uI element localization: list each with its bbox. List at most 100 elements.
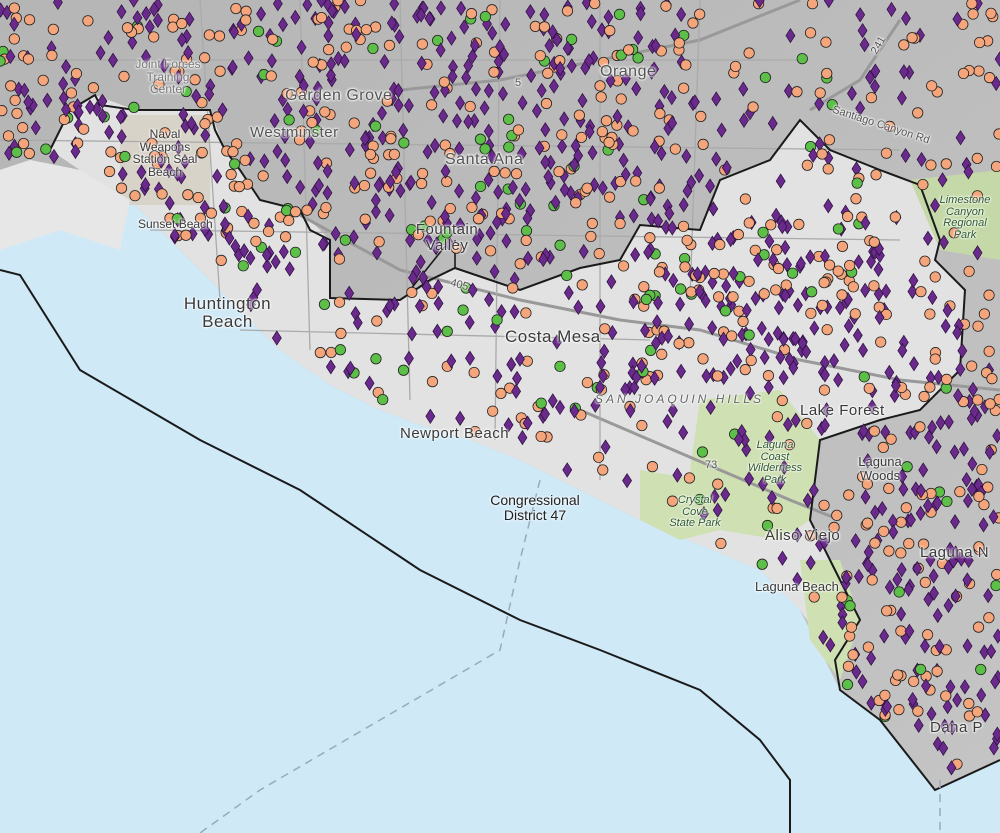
orange-circle-marker[interactable] <box>121 22 134 34</box>
orange-circle-marker[interactable] <box>265 70 277 82</box>
orange-circle-marker[interactable] <box>883 545 895 557</box>
green-circle-marker[interactable] <box>339 234 351 246</box>
orange-circle-marker[interactable] <box>360 24 372 36</box>
green-circle-marker[interactable] <box>915 663 927 676</box>
orange-circle-marker[interactable] <box>861 517 874 529</box>
orange-circle-marker[interactable] <box>747 101 759 113</box>
orange-circle-marker[interactable] <box>644 232 656 244</box>
orange-circle-marker[interactable] <box>912 705 924 717</box>
orange-circle-marker[interactable] <box>842 210 854 223</box>
orange-circle-marker[interactable] <box>573 109 585 121</box>
green-circle-marker[interactable] <box>554 360 566 372</box>
green-circle-marker[interactable] <box>237 260 249 272</box>
orange-circle-marker[interactable] <box>967 8 979 20</box>
green-circle-marker[interactable] <box>334 344 347 356</box>
green-circle-marker[interactable] <box>229 158 241 170</box>
orange-circle-marker[interactable] <box>821 67 833 80</box>
orange-circle-marker[interactable] <box>818 384 831 396</box>
orange-circle-marker[interactable] <box>315 12 328 24</box>
orange-circle-marker[interactable] <box>364 148 377 161</box>
orange-circle-marker[interactable] <box>359 213 371 225</box>
orange-circle-marker[interactable] <box>758 288 770 300</box>
green-circle-marker[interactable] <box>786 267 799 279</box>
orange-circle-marker[interactable] <box>844 259 856 272</box>
orange-circle-marker[interactable] <box>804 27 817 39</box>
orange-circle-marker[interactable] <box>677 220 690 232</box>
orange-circle-marker[interactable] <box>816 148 828 160</box>
orange-circle-marker[interactable] <box>694 8 706 20</box>
orange-circle-marker[interactable] <box>267 33 279 45</box>
orange-circle-marker[interactable] <box>406 286 418 298</box>
orange-circle-marker[interactable] <box>881 605 893 617</box>
orange-circle-marker[interactable] <box>512 124 525 136</box>
orange-circle-marker[interactable] <box>776 394 788 407</box>
orange-circle-marker[interactable] <box>646 461 659 473</box>
green-circle-marker[interactable] <box>520 225 533 237</box>
orange-circle-marker[interactable] <box>11 107 23 120</box>
orange-circle-marker[interactable] <box>325 346 337 359</box>
orange-circle-marker[interactable] <box>921 629 934 641</box>
orange-circle-marker[interactable] <box>771 502 783 514</box>
orange-circle-marker[interactable] <box>849 308 861 320</box>
orange-circle-marker[interactable] <box>215 254 227 266</box>
orange-circle-marker[interactable] <box>850 193 862 205</box>
orange-circle-marker[interactable] <box>213 30 226 42</box>
orange-circle-marker[interactable] <box>715 537 727 550</box>
orange-circle-marker[interactable] <box>426 99 438 111</box>
orange-circle-marker[interactable] <box>542 67 554 79</box>
orange-circle-marker[interactable] <box>745 354 757 367</box>
orange-circle-marker[interactable] <box>973 490 985 503</box>
orange-circle-marker[interactable] <box>82 15 94 27</box>
orange-circle-marker[interactable] <box>713 291 725 303</box>
orange-circle-marker[interactable] <box>192 191 204 204</box>
orange-circle-marker[interactable] <box>617 260 630 272</box>
green-circle-marker[interactable] <box>441 325 453 337</box>
orange-circle-marker[interactable] <box>772 262 785 275</box>
orange-circle-marker[interactable] <box>514 258 526 270</box>
orange-circle-marker[interactable] <box>983 345 995 357</box>
orange-circle-marker[interactable] <box>673 37 685 49</box>
orange-circle-marker[interactable] <box>46 49 58 62</box>
orange-circle-marker[interactable] <box>805 307 817 319</box>
orange-circle-marker[interactable] <box>678 82 690 94</box>
orange-circle-marker[interactable] <box>333 296 346 308</box>
orange-circle-marker[interactable] <box>585 230 597 243</box>
orange-circle-marker[interactable] <box>488 66 500 78</box>
orange-circle-marker[interactable] <box>681 234 693 246</box>
orange-circle-marker[interactable] <box>2 130 15 142</box>
green-circle-marker[interactable] <box>851 177 863 189</box>
orange-circle-marker[interactable] <box>924 308 936 320</box>
orange-circle-marker[interactable] <box>893 704 905 716</box>
orange-circle-marker[interactable] <box>540 97 553 110</box>
orange-circle-marker[interactable] <box>929 271 941 283</box>
orange-circle-marker[interactable] <box>869 537 881 549</box>
orange-circle-marker[interactable] <box>972 394 984 406</box>
orange-circle-marker[interactable] <box>520 307 532 319</box>
orange-circle-marker[interactable] <box>335 327 347 339</box>
orange-circle-marker[interactable] <box>227 146 239 158</box>
orange-circle-marker[interactable] <box>115 182 128 194</box>
orange-circle-marker[interactable] <box>465 8 478 20</box>
orange-circle-marker[interactable] <box>600 115 613 127</box>
orange-circle-marker[interactable] <box>9 94 21 106</box>
orange-circle-marker[interactable] <box>908 675 920 687</box>
orange-circle-marker[interactable] <box>348 117 360 129</box>
orange-circle-marker[interactable] <box>78 123 90 135</box>
orange-circle-marker[interactable] <box>983 289 995 301</box>
orange-circle-marker[interactable] <box>929 353 941 365</box>
orange-circle-marker[interactable] <box>883 482 895 494</box>
green-circle-marker[interactable] <box>858 371 870 383</box>
orange-circle-marker[interactable] <box>818 277 830 289</box>
orange-circle-marker[interactable] <box>972 621 985 633</box>
orange-circle-marker[interactable] <box>780 279 792 291</box>
orange-circle-marker[interactable] <box>971 706 983 718</box>
orange-circle-marker[interactable] <box>576 279 588 291</box>
orange-circle-marker[interactable] <box>940 690 952 702</box>
green-circle-marker[interactable] <box>554 239 566 251</box>
orange-circle-marker[interactable] <box>814 87 826 99</box>
orange-circle-marker[interactable] <box>770 284 782 296</box>
green-circle-marker[interactable] <box>941 495 953 508</box>
orange-circle-marker[interactable] <box>603 191 616 203</box>
orange-circle-marker[interactable] <box>697 353 709 365</box>
orange-circle-marker[interactable] <box>416 38 428 50</box>
